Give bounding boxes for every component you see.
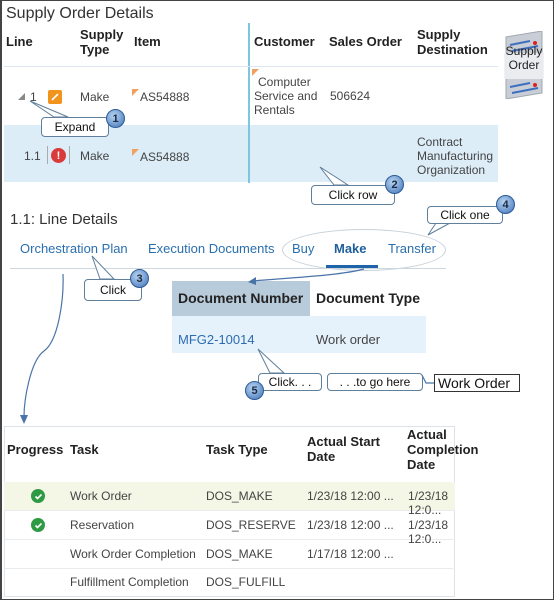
step-badge-3: 3 [130,269,149,288]
callout-click-row: Click row [311,185,395,205]
annotation-overlay [20,100,451,424]
callout-click-dots: Click. . . [258,373,322,391]
callout-expand: Expand [41,117,109,137]
callout-to-go-here: . . .to go here [327,373,423,391]
arrow-line [421,374,434,384]
step-badge-5: 5 [245,381,264,400]
screenshot-frame: Supply Order Details Line Supply Type It… [0,0,554,600]
callout-click-one: Click one [427,206,503,224]
work-order-target-label: Work Order [434,374,520,392]
callout-pointer [91,255,116,280]
arrow-head-icon [20,415,28,424]
arrow-line [23,273,64,418]
step-badge-2: 2 [385,175,404,194]
callout-pointer [427,222,451,236]
step-badge-4: 4 [496,195,515,214]
callout-pointer [319,166,350,186]
step-badge-1: 1 [106,109,125,128]
callout-pointer [257,348,286,374]
arrow-head-icon [248,277,256,285]
arrow-line [251,268,365,282]
callout-pointer [29,100,69,118]
